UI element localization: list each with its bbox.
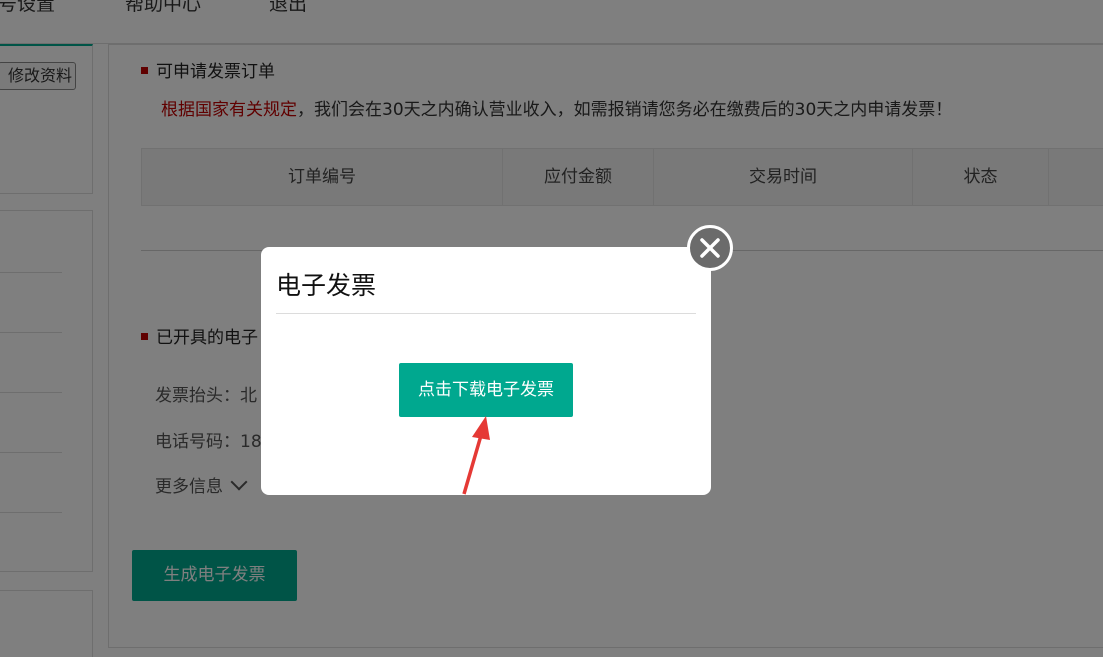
modal-title: 电子发票 [276, 271, 377, 300]
close-modal-button[interactable] [687, 225, 733, 271]
close-icon [700, 238, 720, 258]
invoice-modal: 电子发票 点击下载电子发票 [261, 247, 711, 495]
modal-divider [276, 313, 696, 314]
download-invoice-button[interactable]: 点击下载电子发票 [399, 363, 573, 417]
